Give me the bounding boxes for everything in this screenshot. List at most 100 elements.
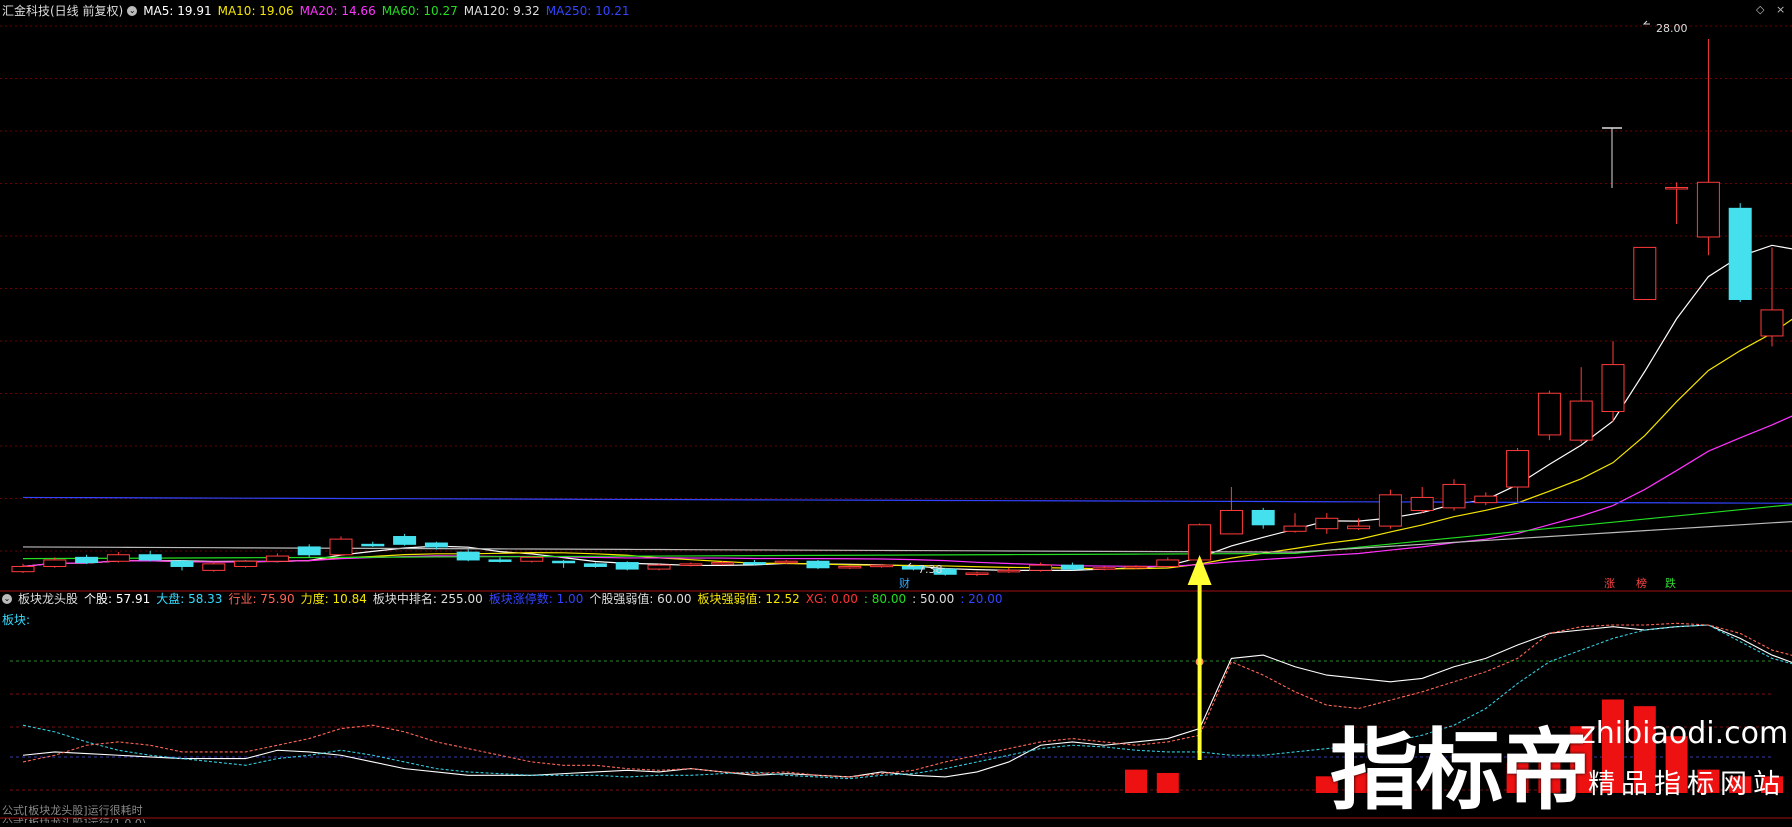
candle-body-up	[838, 565, 862, 569]
signal-arrow	[1187, 555, 1212, 760]
corner-close-icon[interactable]: ×	[1776, 3, 1785, 16]
candle-body-up	[1696, 181, 1720, 238]
signal-rise: 涨	[1604, 577, 1615, 590]
candle-body-down	[170, 560, 194, 567]
corner-diamond-icon[interactable]: ◇	[1756, 3, 1764, 16]
ma60-line	[22, 503, 1792, 560]
candle-body-up	[1315, 517, 1339, 530]
ind-industry: 行业: 75.90	[228, 592, 295, 606]
finance-marker: 财	[899, 576, 910, 590]
high-label: 28.00	[1656, 22, 1688, 35]
candle-body-up	[11, 565, 35, 573]
candle-body-up	[679, 563, 703, 566]
candle-body-down	[75, 556, 99, 564]
candle-body-down	[742, 562, 766, 565]
ma5-value: MA5: 19.91	[143, 4, 212, 18]
low-label: 7.38	[918, 563, 943, 576]
candle-body-down	[424, 542, 448, 548]
sub-label: 板块:	[2, 613, 31, 627]
candle-body-down	[806, 560, 830, 569]
candle-body-up	[1029, 564, 1053, 571]
ma5-line	[22, 244, 1792, 571]
candle-body-up	[265, 555, 289, 562]
ma20-value: MA20: 14.66	[299, 4, 376, 18]
ma60-value: MA60: 10.27	[381, 4, 458, 18]
candle-body-up	[774, 560, 798, 564]
ind-level-50: : 50.00	[912, 592, 955, 606]
candle-body-up	[1633, 246, 1657, 300]
sub-header: ⌄ 板块龙头股 个股: 57.91 大盘: 58.33 行业: 75.90 力度…	[2, 590, 1009, 608]
watermark-url: zhibiaodi.com	[1580, 716, 1789, 751]
signal-top: 榜	[1636, 576, 1647, 590]
candle-body-up	[647, 564, 671, 570]
candle-body-up	[1188, 524, 1212, 561]
candles	[11, 39, 1784, 577]
candle-body-up	[329, 538, 353, 556]
candle-body-down	[488, 559, 512, 562]
stock-title[interactable]: 汇金科技(日线 前复权)	[2, 2, 123, 20]
ind-level-20: : 20.00	[960, 592, 1003, 606]
ind-xg: XG: 0.00	[805, 592, 858, 606]
ma120-line	[22, 521, 1792, 553]
indicator-title[interactable]: 板块龙头股	[18, 590, 78, 608]
candle-body-up	[1347, 525, 1371, 530]
ind-level-80: : 80.00	[863, 592, 907, 606]
ind-limitup: 板块涨停数: 1.00	[488, 592, 584, 606]
candle-body-down	[552, 560, 576, 564]
footer-line-2: 公式[板块龙头股]运行(1.0.0)	[2, 815, 146, 823]
candle-body-up	[1219, 509, 1243, 535]
ma10-value: MA10: 19.06	[217, 4, 294, 18]
ma250-value: MA250: 10.21	[545, 4, 630, 18]
watermark-logo: 指标帝	[1330, 719, 1590, 822]
candle-body-down	[456, 551, 480, 561]
ma-lines	[22, 244, 1792, 571]
high-pointer	[1642, 20, 1650, 25]
ind-stock-strength: 个股强弱值: 60.00	[589, 592, 692, 606]
ind-sector-strength: 板块强弱值: 12.52	[697, 592, 800, 606]
main-header: 汇金科技(日线 前复权) ⌄ MA5: 19.91 MA10: 19.06 MA…	[2, 2, 635, 20]
candle-body-up	[1569, 400, 1593, 441]
candle-body-up	[1283, 525, 1307, 532]
ind-market: 大盘: 58.33	[156, 592, 223, 606]
candle-body-down	[138, 554, 162, 561]
candle-body-up	[1665, 186, 1689, 190]
ind-rank: 板块中排名: 255.00	[372, 592, 483, 606]
candle-body-up	[965, 572, 989, 575]
ind-stock: 个股: 57.91	[84, 592, 151, 606]
candle-body-down	[1060, 564, 1084, 570]
watermark-subtitle: 精品指标网站	[1588, 769, 1786, 800]
candle-body-down	[361, 543, 385, 547]
candle-body-up	[1760, 309, 1784, 337]
candle-body-down	[615, 562, 639, 570]
candle-body-down	[393, 536, 417, 545]
candle-body-up	[1601, 364, 1625, 412]
candle-body-up	[1378, 494, 1402, 527]
candle-body-up	[1537, 392, 1561, 436]
candle-body-up	[1506, 450, 1530, 488]
candle-body-up	[520, 556, 544, 562]
strength-bar	[1156, 772, 1179, 793]
candle-body-up	[1124, 565, 1148, 569]
candle-body-up	[870, 564, 894, 568]
watermark: 指标帝 zhibiaodi.com 精品指标网站	[1330, 700, 1790, 822]
ma10-line	[22, 318, 1792, 570]
candle-body-up	[1092, 567, 1116, 570]
candle-body-up	[997, 569, 1021, 573]
signal-fall: 跌	[1665, 576, 1676, 590]
candle-body-up	[202, 563, 226, 571]
candle-body-up	[1156, 559, 1180, 567]
candle-body-up	[711, 562, 735, 565]
candle-body-up	[43, 559, 67, 567]
candle-body-up	[234, 560, 258, 567]
collapse-icon[interactable]: ⌄	[127, 6, 138, 16]
low-pointer	[906, 562, 914, 567]
candle-body-down	[583, 563, 607, 567]
candle-body-down	[1251, 509, 1275, 526]
ma120-value: MA120: 9.32	[463, 4, 540, 18]
candle-body-down	[1728, 207, 1752, 300]
candle-body-up	[106, 554, 130, 562]
candle-body-up	[1474, 495, 1498, 504]
candle-body-down	[297, 546, 321, 556]
sub-collapse-icon[interactable]: ⌄	[2, 594, 12, 604]
candle-body-up	[1442, 483, 1466, 509]
